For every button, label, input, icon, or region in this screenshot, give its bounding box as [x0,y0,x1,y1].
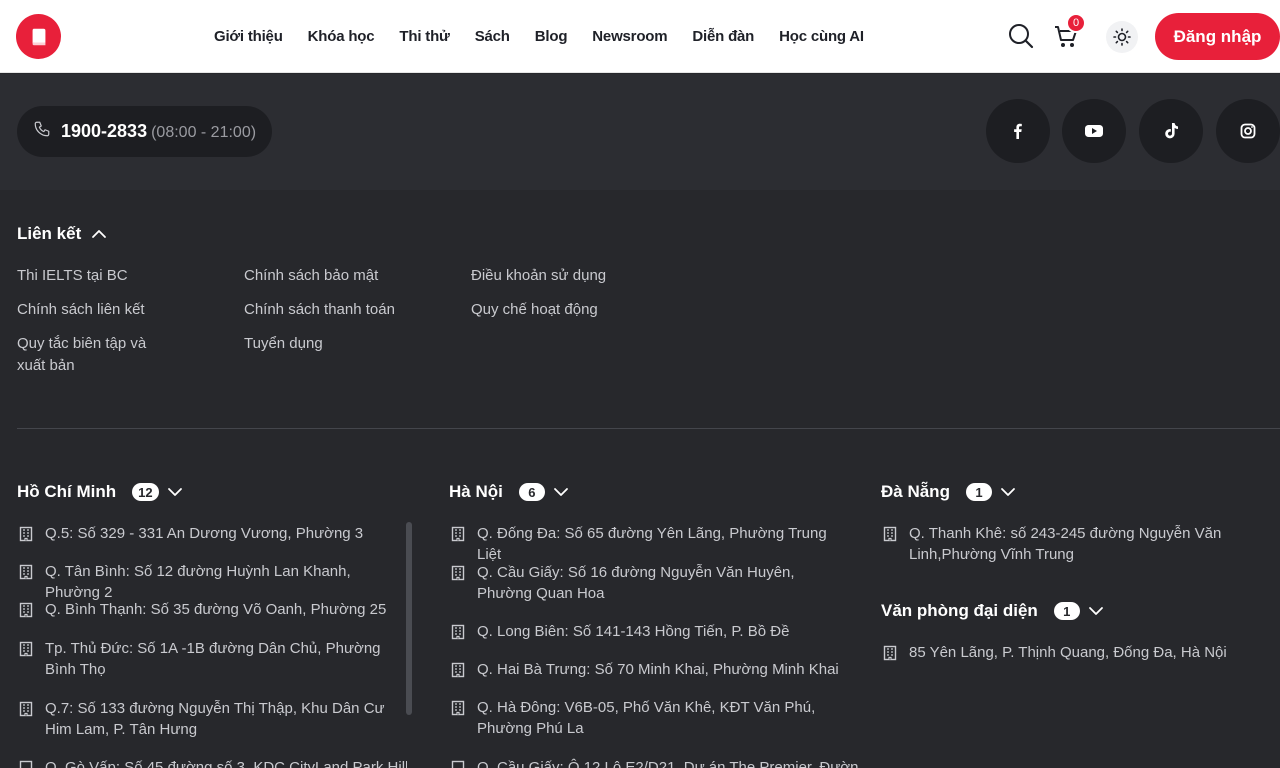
office-rep-toggle[interactable]: Văn phòng đại diện 1 [881,601,1104,621]
nav-newsroom[interactable]: Newsroom [592,28,667,45]
youtube-icon[interactable] [1062,99,1126,163]
address-item: Q. Đống Đa: Số 65 đường Yên Lãng, Phường… [449,523,849,565]
building-icon [883,526,897,548]
office-dn-toggle[interactable]: Đà Nẵng 1 [881,482,1016,502]
office-hcm-toggle[interactable]: Hồ Chí Minh 12 [17,482,183,502]
address-item: Q. Bình Thạnh: Số 35 đường Võ Oanh, Phườ… [17,599,407,620]
chevron-up-icon [91,224,107,244]
office-count-badge: 12 [132,483,159,501]
building-icon [19,602,33,624]
link-chinh-sach-lien-ket[interactable]: Chính sách liên kết [17,299,177,321]
address-item: Q.5: Số 329 - 331 An Dương Vương, Phường… [17,523,407,544]
nav-khoa-hoc[interactable]: Khóa học [308,28,375,45]
sun-icon[interactable] [1106,21,1138,53]
link-quy-tac-bien-tap[interactable]: Quy tắc biên tập và xuất bản [17,333,157,377]
building-icon [19,526,33,548]
phone-number: 1900-2833 [61,121,148,141]
facebook-icon[interactable] [986,99,1050,163]
contact-band: 1900-2833 (08:00 - 21:00) [0,74,1280,190]
office-count-badge: 1 [1053,602,1080,620]
chevron-down-icon [167,482,183,502]
search-icon[interactable] [1007,22,1035,55]
address-item: 85 Yên Lãng, P. Thịnh Quang, Đống Đa, Hà… [881,642,1271,663]
address-item: Q. Gò Vấp: Số 45 đường số 3, KDC CityLan… [17,757,407,768]
address-item: Tp. Thủ Đức: Số 1A -1B đường Dân Chủ, Ph… [17,638,402,680]
building-icon [19,701,33,723]
address-item: Q. Tân Bình: Số 12 đường Huỳnh Lan Khanh… [17,561,407,603]
links-section-toggle[interactable]: Liên kết [17,224,107,244]
office-count-badge: 1 [965,483,992,501]
nav-thi-thu[interactable]: Thi thử [399,28,449,45]
address-item: Q.7: Số 133 đường Nguyễn Thị Thập, Khu D… [17,698,402,740]
nav-sach[interactable]: Sách [475,28,510,45]
section-divider [17,428,1280,429]
nav-hoc-cung-ai[interactable]: Học cùng AI [779,28,864,45]
address-item: Q. Cầu Giấy: Số 16 đường Nguyễn Văn Huyê… [449,562,849,604]
building-icon [451,624,465,646]
link-tuyen-dung[interactable]: Tuyển dụng [244,333,404,355]
building-icon [451,700,465,722]
chevron-down-icon [1000,482,1016,502]
links-title: Liên kết [17,224,82,243]
link-chinh-sach-thanh-toan[interactable]: Chính sách thanh toán [244,299,404,321]
phone-hours: (08:00 - 21:00) [151,124,257,141]
office-title: Hà Nội [449,482,503,501]
link-dieu-khoan[interactable]: Điều khoản sử dụng [471,265,631,287]
office-count-badge: 6 [518,483,545,501]
address-item: Q. Long Biên: Số 141-143 Hồng Tiến, P. B… [449,621,849,642]
building-icon [883,645,897,667]
building-icon [19,760,33,768]
office-title: Đà Nẵng [881,482,950,501]
cart-count-badge: 0 [1066,13,1086,33]
building-icon [451,526,465,548]
building-icon [19,641,33,663]
address-item: Q. Thanh Khê: số 243-245 đường Nguyễn Vă… [881,523,1231,565]
building-icon [451,565,465,587]
address-item: Q. Hà Đông: V6B-05, Phố Văn Khê, KĐT Văn… [449,697,829,739]
building-icon [451,760,465,768]
address-item: Q. Cầu Giấy: Ô 12 Lô E2/D21, Dự án The P… [449,757,859,768]
nav-dien-dan[interactable]: Diễn đàn [692,28,754,45]
office-hn-toggle[interactable]: Hà Nội 6 [449,482,569,502]
tiktok-icon[interactable] [1139,99,1203,163]
office-title: Văn phòng đại diện [881,601,1038,620]
address-item: Q. Hai Bà Trưng: Số 70 Minh Khai, Phường… [449,659,849,680]
login-button[interactable]: Đăng nhập [1155,13,1280,60]
instagram-icon[interactable] [1216,99,1280,163]
site-header: Giới thiệu Khóa học Thi thử Sách Blog Ne… [0,0,1280,73]
chevron-down-icon [553,482,569,502]
building-icon [451,662,465,684]
nav-gioi-thieu[interactable]: Giới thiệu [214,28,283,45]
main-nav: Giới thiệu Khóa học Thi thử Sách Blog Ne… [214,0,889,73]
link-thi-ielts[interactable]: Thi IELTS tại BC [17,265,177,287]
building-icon [19,564,33,586]
link-chinh-sach-bao-mat[interactable]: Chính sách bảo mật [244,265,404,287]
office-title: Hồ Chí Minh [17,482,117,501]
chevron-down-icon [1088,601,1104,621]
logo-book-icon[interactable] [16,14,61,59]
hotline-pill[interactable]: 1900-2833 (08:00 - 21:00) [17,106,273,157]
hcm-list-scrollbar[interactable] [406,522,412,715]
phone-icon [33,120,51,143]
nav-blog[interactable]: Blog [535,28,568,45]
link-quy-che[interactable]: Quy chế hoạt động [471,299,631,321]
